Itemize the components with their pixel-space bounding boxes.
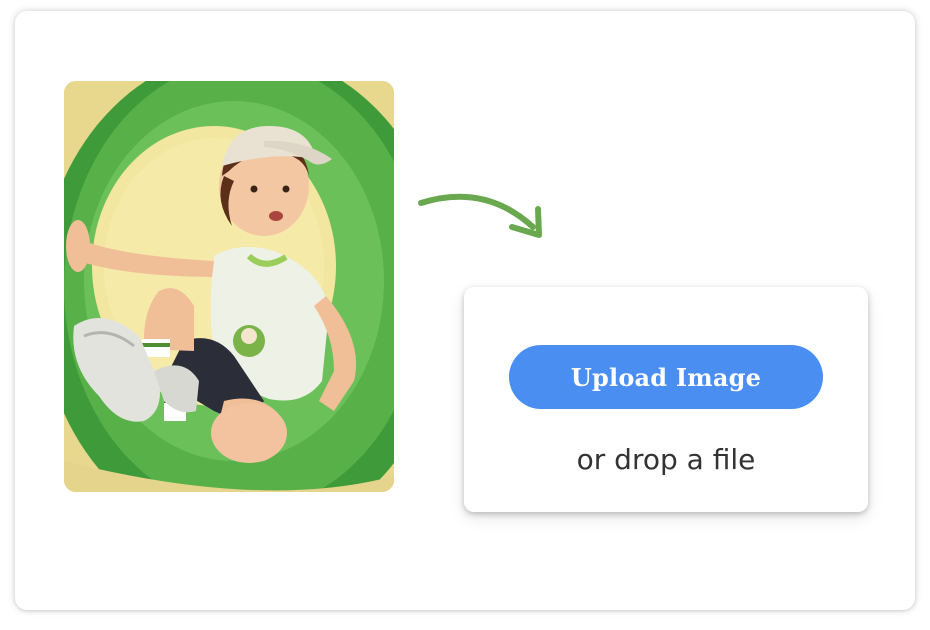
sample-photo [64, 81, 394, 492]
drop-file-text: or drop a file [576, 443, 756, 476]
upload-card: Upload Image or drop a file [15, 11, 915, 610]
curved-arrow-icon [418, 193, 542, 238]
upload-panel[interactable]: Upload Image or drop a file [464, 287, 868, 512]
upload-image-button[interactable]: Upload Image [509, 345, 823, 409]
